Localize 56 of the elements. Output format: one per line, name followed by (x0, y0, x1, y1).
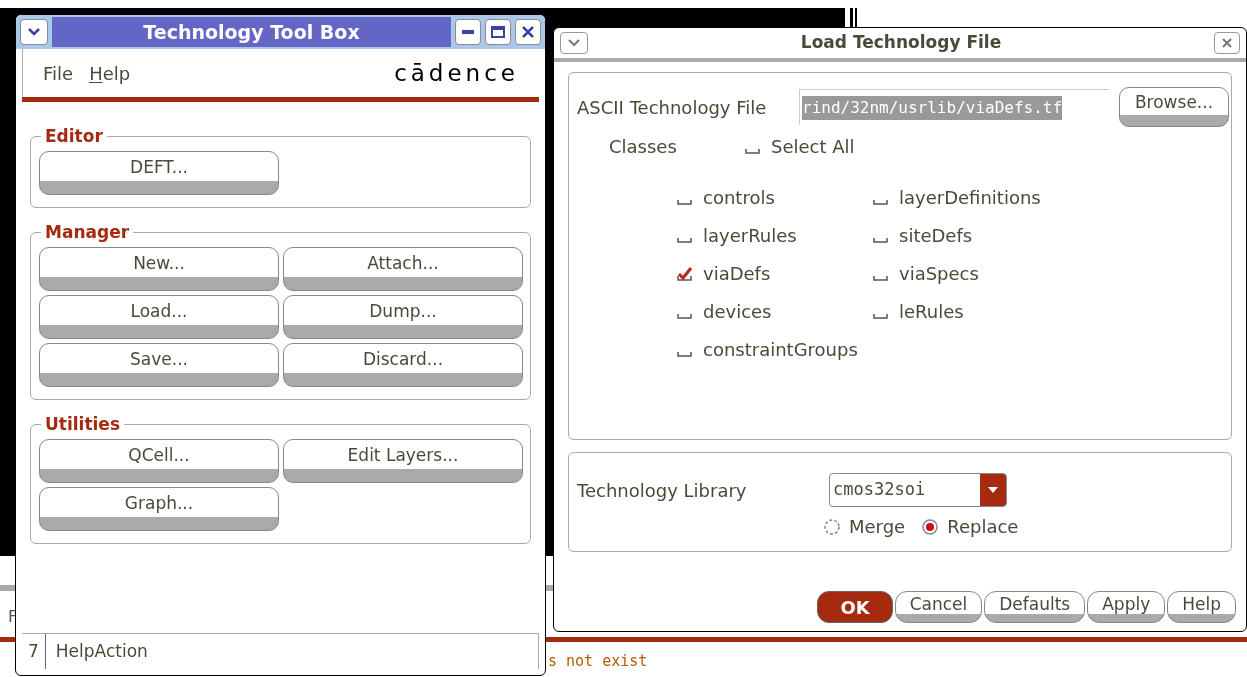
radio-label: Merge (849, 515, 906, 539)
checkbox-label: layerDefinitions (899, 186, 1041, 210)
tool-button[interactable]: New... (39, 247, 279, 291)
tool-button[interactable]: Discard... (283, 343, 523, 387)
tool-button[interactable]: DEFT... (39, 151, 279, 195)
checkbox-label: siteDefs (899, 224, 973, 248)
menu-item[interactable]: Help (89, 59, 131, 87)
tool-button[interactable]: Edit Layers... (283, 439, 523, 483)
dialog-button[interactable]: Apply (1087, 591, 1166, 623)
close-icon (1222, 38, 1232, 48)
checkbox-label: devices (703, 300, 772, 324)
checkbox-label: leRules (899, 300, 964, 324)
radio-label: Replace (947, 515, 1019, 539)
tool-button[interactable]: Save... (39, 343, 279, 387)
chevron-down-icon (27, 27, 41, 37)
tool-button[interactable]: QCell... (39, 439, 279, 483)
library-dropdown[interactable]: cmos32soi (829, 473, 1007, 507)
radio-button[interactable] (823, 517, 841, 536)
checkbox-label: viaDefs (703, 262, 771, 286)
menu-item[interactable]: File (43, 59, 74, 87)
window-menu-button[interactable] (20, 19, 48, 45)
tool-button[interactable]: Attach... (283, 247, 523, 291)
field-label: ASCII Technology File (577, 95, 768, 120)
browse-button[interactable]: Browse... (1119, 87, 1229, 127)
window-title: Load Technology File (799, 31, 1003, 55)
checked-checkbox[interactable] (677, 266, 693, 281)
dropdown-arrow-icon (988, 487, 998, 493)
checkbox-label: Select All (771, 135, 855, 159)
radio-button[interactable] (921, 517, 940, 536)
maximize-icon (491, 26, 505, 38)
status-text: HelpAction (54, 639, 149, 663)
logo: cādence (394, 58, 519, 88)
chevron-down-icon (567, 38, 581, 48)
checkbox-label: controls (703, 186, 775, 210)
checkbox-label: constraintGroups (703, 338, 858, 362)
tool-button[interactable]: Graph... (39, 487, 279, 531)
ok-button[interactable]: OK (817, 591, 893, 623)
minimize-button[interactable] (455, 19, 481, 45)
dialog-button[interactable]: Cancel (894, 591, 983, 623)
window-title: Technology Tool Box (143, 19, 360, 45)
dialog-button[interactable]: Defaults (984, 591, 1086, 623)
title-bar[interactable]: Technology Tool Box (52, 17, 451, 47)
close-button[interactable] (1214, 32, 1240, 54)
close-icon (522, 26, 534, 38)
checkbox-label: viaSpecs (899, 262, 979, 286)
field-label: Technology Library (577, 478, 748, 503)
tool-button[interactable]: Dump... (283, 295, 523, 339)
dialog-button[interactable]: Help (1167, 591, 1236, 623)
tool-button[interactable]: Load... (39, 295, 279, 339)
checkbox-label: layerRules (703, 224, 797, 248)
field-label: Classes (609, 135, 678, 159)
maximize-button[interactable] (485, 19, 511, 45)
console-text: s not exist (548, 651, 648, 672)
status-number: 7 (22, 634, 46, 669)
minimize-icon (462, 30, 474, 34)
close-button[interactable] (515, 19, 541, 45)
